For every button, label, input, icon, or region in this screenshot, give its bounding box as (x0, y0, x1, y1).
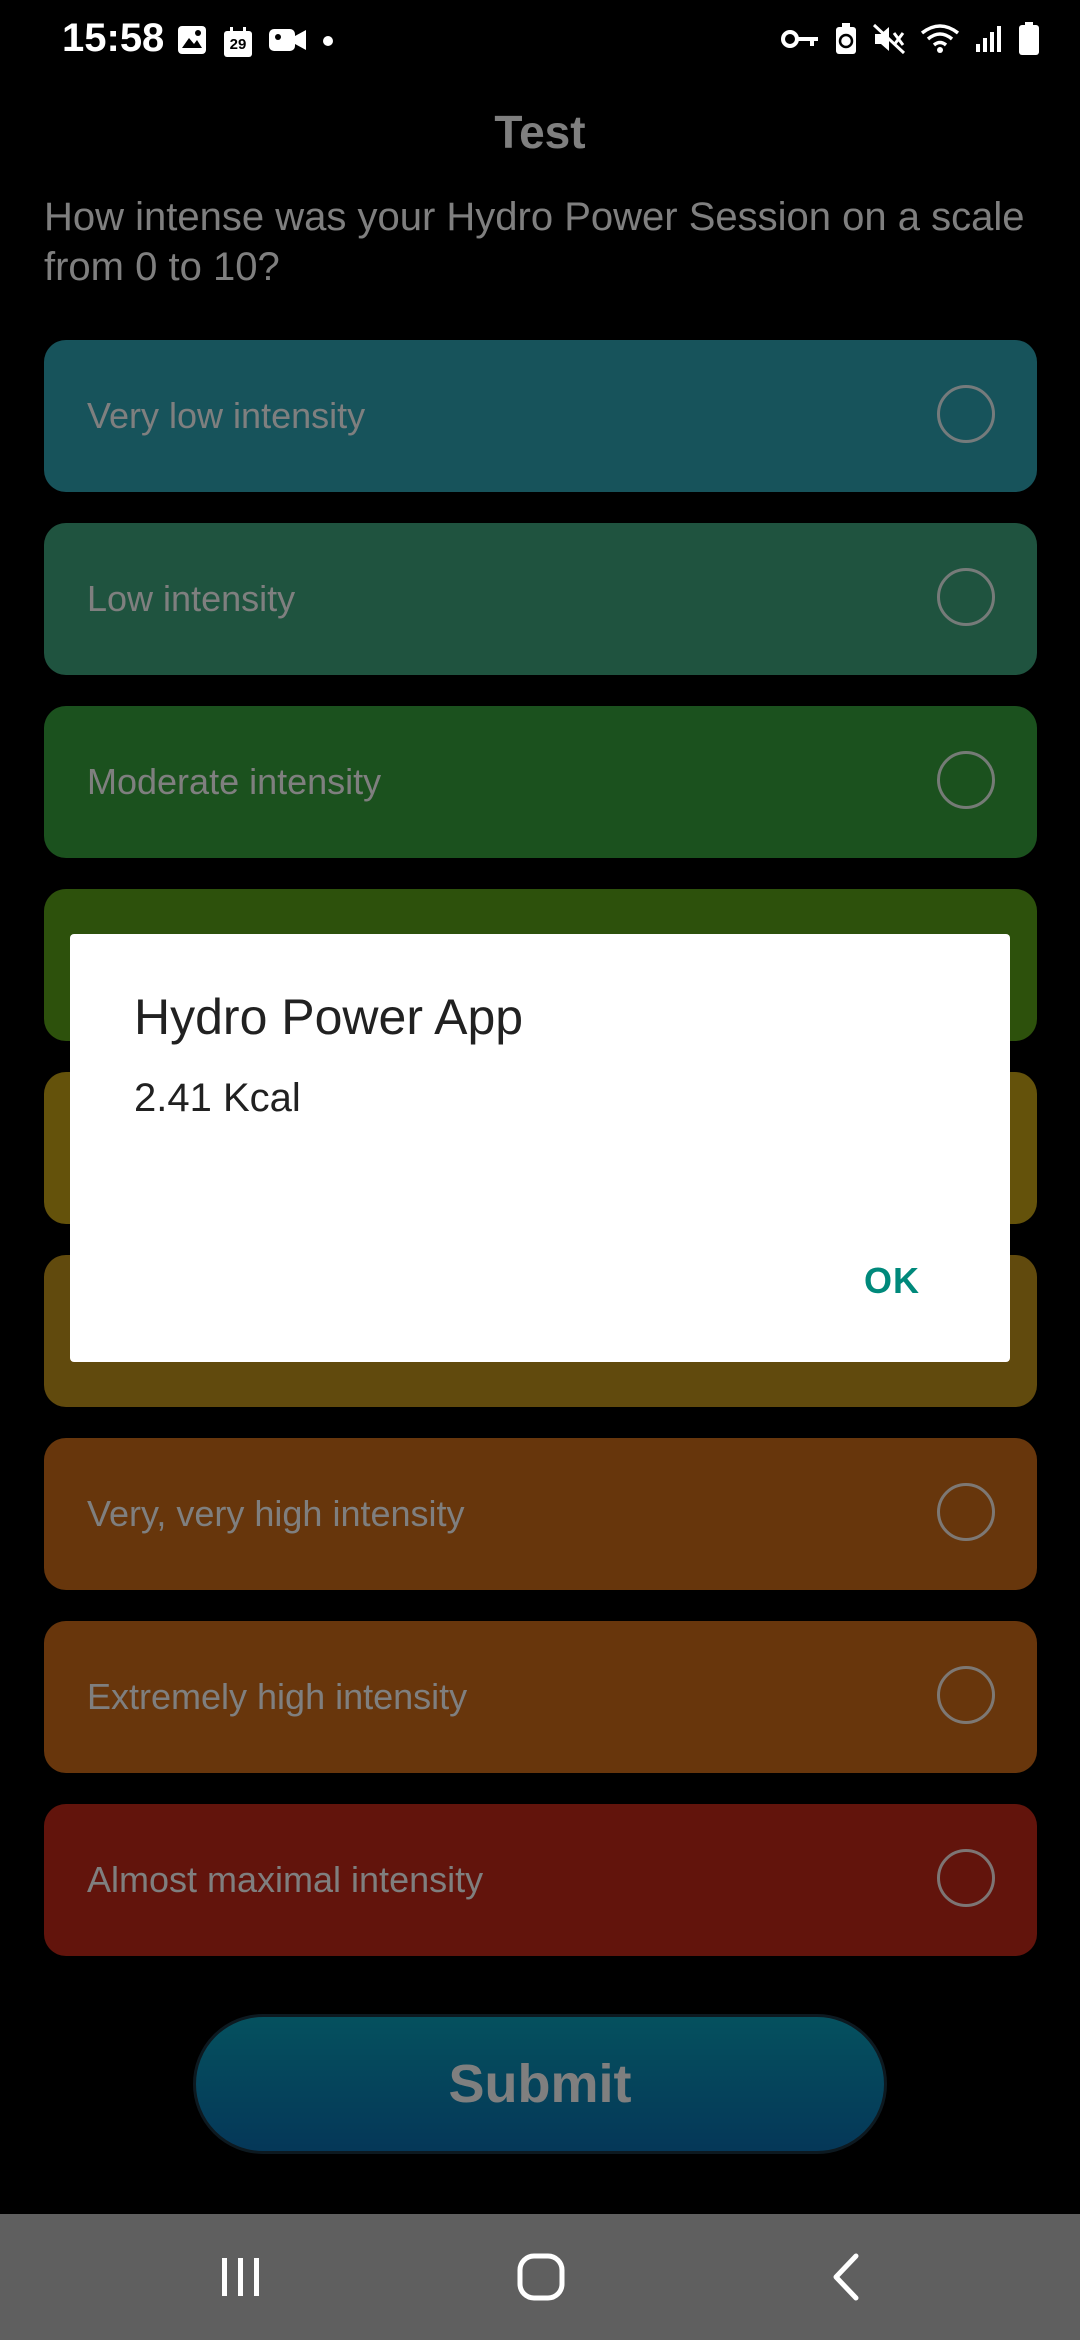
battery-icon (1018, 22, 1040, 61)
dialog-title: Hydro Power App (134, 989, 524, 1045)
recents-icon[interactable] (218, 2252, 264, 2307)
status-bar: 15:58 29 (0, 0, 1080, 80)
calendar-day: 29 (229, 35, 247, 53)
alert-dialog: Hydro Power App 2.41 Kcal OK (70, 934, 1010, 1362)
navigation-bar (0, 2214, 1080, 2340)
wifi-icon (920, 23, 960, 60)
ok-button[interactable]: OK (864, 1260, 920, 1302)
gallery-icon (176, 24, 208, 61)
mute-icon (872, 23, 906, 60)
signal-icon (974, 24, 1004, 59)
dot-icon (322, 34, 334, 52)
battery-saver-icon (834, 23, 858, 60)
status-time: 15:58 (62, 16, 165, 60)
calendar-icon: 29 (222, 26, 254, 59)
video-icon (268, 25, 308, 60)
home-icon[interactable] (516, 2252, 566, 2307)
vpn-key-icon (780, 26, 820, 57)
back-icon[interactable] (826, 2252, 866, 2307)
dialog-message: 2.41 Kcal (134, 1076, 301, 1120)
